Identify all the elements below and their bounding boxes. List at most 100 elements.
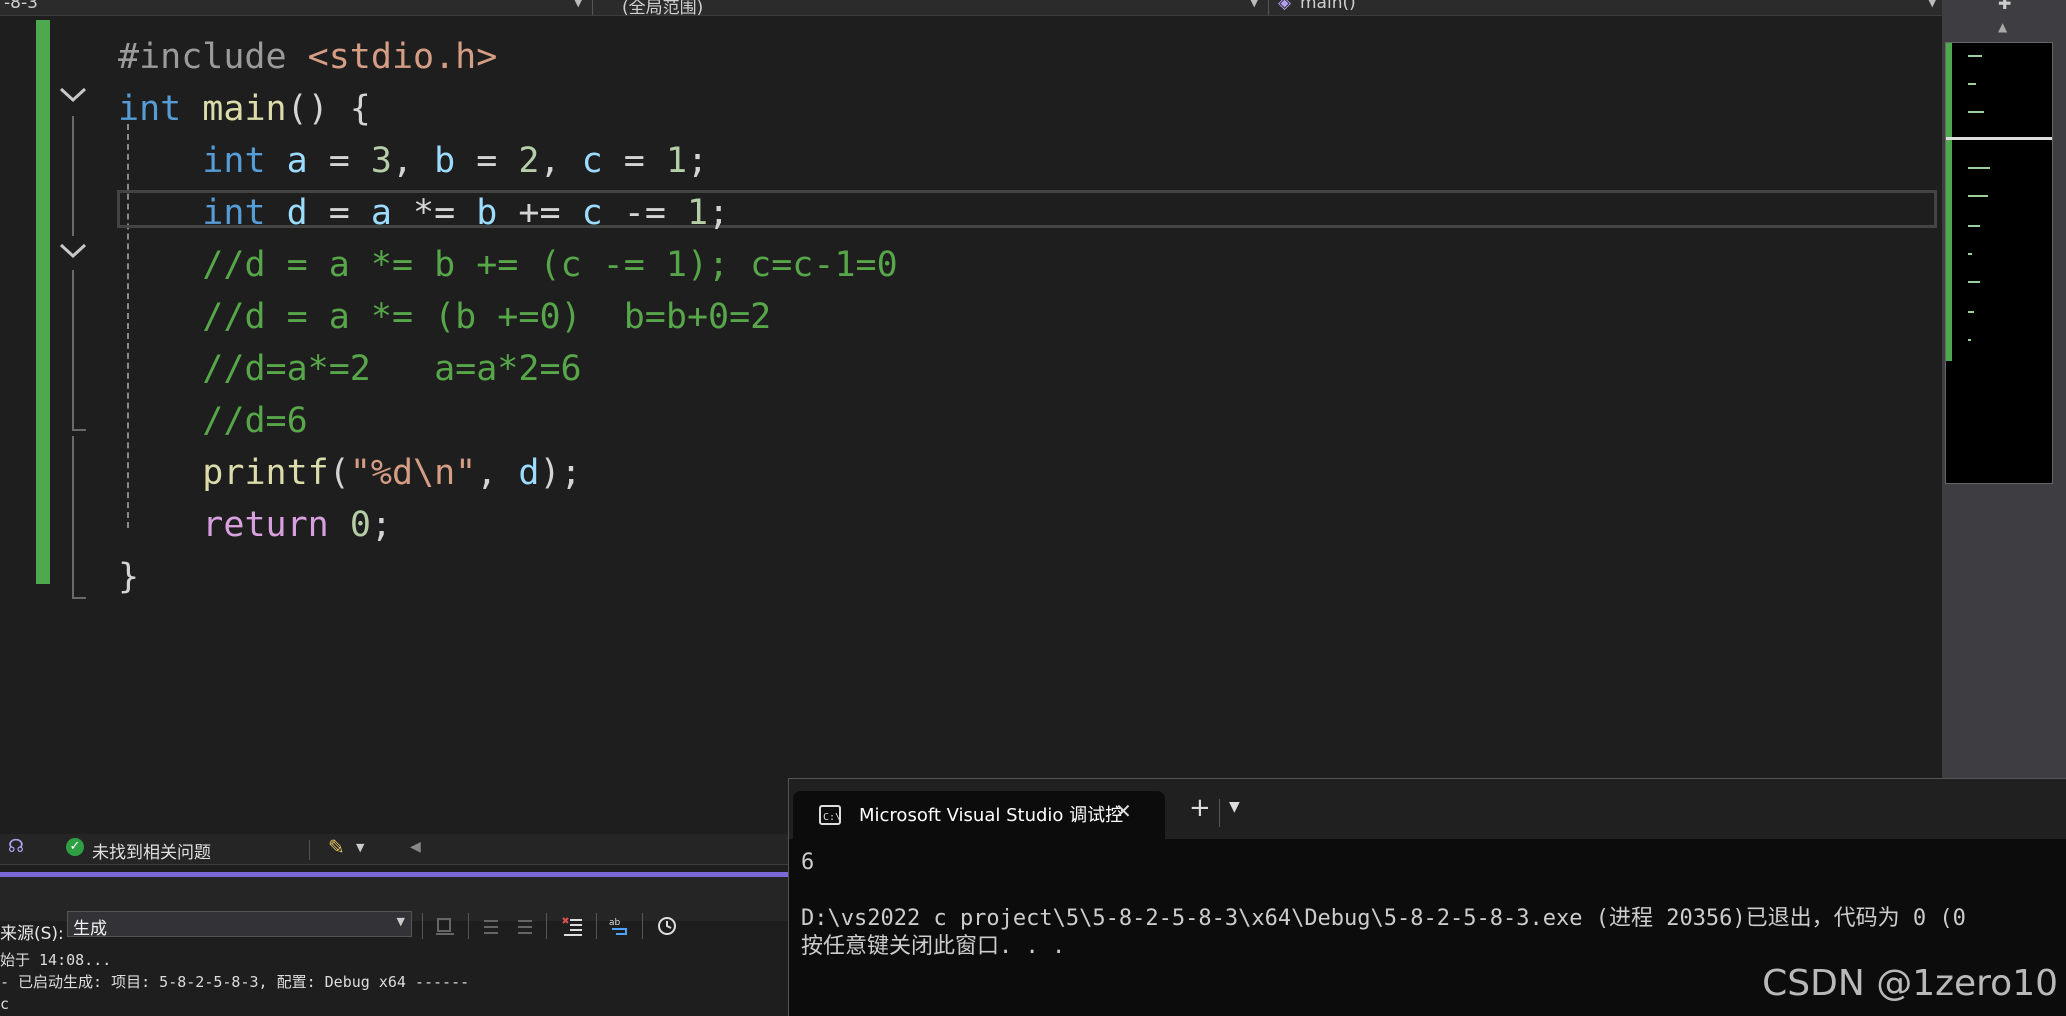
clear-all-icon[interactable] [562, 915, 584, 937]
code-token: = [455, 141, 519, 181]
minimap-line [1968, 195, 1988, 197]
minimap-line [1968, 55, 1982, 57]
code-line[interactable]: //d = a *= b += (c -= 1); c=c-1=0 [118, 240, 898, 290]
console-output[interactable]: 6 D:\vs2022 c project\5\5-8-2-5-8-3\x64\… [801, 849, 1966, 961]
output-source-select[interactable]: 生成 ▼ [67, 911, 412, 939]
minimap-line [1968, 253, 1972, 255]
code-minimap[interactable] [1945, 42, 2053, 484]
code-editor[interactable]: #include <stdio.h> int main() { int a = 3… [0, 16, 1942, 834]
clock-icon[interactable] [656, 915, 678, 937]
code-token: ; [370, 505, 392, 545]
code-token: int [202, 141, 266, 181]
code-token: () { [286, 89, 371, 129]
member-dropdown[interactable]: main() [1300, 0, 1356, 13]
chevron-down-icon[interactable]: ▼ [1250, 0, 1258, 9]
console-line: 按任意键关闭此窗口. . . [801, 934, 1066, 959]
code-token: //d = a *= b += (c -= 1); c=c-1=0 [202, 245, 898, 285]
code-token: += [497, 193, 582, 233]
chevron-down-icon[interactable]: ▼ [1928, 0, 1936, 9]
divider [592, 0, 593, 15]
code-line[interactable]: } [118, 552, 139, 602]
code-line[interactable]: #include <stdio.h> [118, 32, 497, 82]
terminal-icon: C:\ [819, 805, 841, 825]
code-line[interactable]: //d = a *= (b +=0) b=b+0=2 [118, 292, 771, 342]
fold-guide-end [72, 429, 86, 431]
code-line[interactable]: //d=a*=2 a=a*2=6 [118, 344, 581, 394]
fold-collapse-icon[interactable] [58, 236, 88, 266]
console-line: D:\vs2022 c project\5\5-8-2-5-8-3\x64\De… [801, 906, 1966, 931]
code-token: 0 [349, 505, 371, 545]
fold-guide [72, 116, 74, 236]
code-token: ( [328, 453, 350, 493]
scope-dropdown[interactable]: (全局范围) [622, 0, 703, 15]
code-token: *= [391, 193, 477, 233]
fold-guide [72, 436, 74, 598]
divider [1268, 0, 1269, 15]
output-source-label: 来源(S): [0, 924, 64, 944]
previous-message-icon[interactable] [480, 915, 502, 937]
code-token: main [202, 89, 287, 129]
code-token: 3 [370, 141, 392, 181]
scroll-left-icon[interactable]: ◀ [410, 839, 421, 855]
code-token: ; [687, 141, 709, 181]
watermark: CSDN @1zero10 [1762, 963, 2058, 1004]
word-wrap-icon[interactable]: ab [608, 915, 630, 937]
code-line[interactable]: return 0; [118, 500, 392, 550]
check-circle-icon: ✓ [66, 838, 84, 856]
code-token: , [391, 141, 435, 181]
console-tab[interactable]: C:\ Microsoft Visual Studio 调试控 ✕ [793, 791, 1165, 839]
find-message-icon[interactable] [434, 915, 456, 937]
output-source-value: 生成 [73, 919, 107, 939]
svg-text:C:\: C:\ [823, 812, 841, 823]
code-line[interactable]: printf("%d\n", d); [118, 448, 581, 498]
code-line[interactable]: int d = a *= b += c -= 1; [118, 188, 729, 238]
cube-icon: ◈ [1278, 0, 1292, 13]
chevron-down-icon[interactable]: ▼ [1229, 799, 1240, 815]
svg-text:ab: ab [609, 918, 621, 928]
code-token: //d=6 [202, 401, 308, 441]
scroll-up-icon[interactable]: ▲ [1998, 20, 2007, 34]
minimap-caret-line [1946, 137, 2052, 140]
issues-status-text[interactable]: 未找到相关问题 [92, 838, 211, 863]
debug-console-window[interactable]: C:\ Microsoft Visual Studio 调试控 ✕ + ▼ 6 … [788, 778, 2066, 1016]
code-token: int [202, 193, 266, 233]
code-token: #include [118, 37, 308, 77]
code-line[interactable]: //d=6 [118, 396, 308, 446]
output-text: 始于 14:08... - 已启动生成: 项目: 5-8-2-5-8-3, 配置… [0, 949, 469, 1015]
chevron-down-icon[interactable]: ▼ [574, 0, 582, 9]
split-icon[interactable]: ✚ [1998, 0, 2011, 13]
code-line[interactable]: int main() { [118, 84, 371, 134]
close-icon[interactable]: ✕ [1115, 799, 1132, 823]
minimap-line [1968, 111, 1984, 113]
chevron-down-icon[interactable]: ▼ [356, 841, 364, 854]
change-tracking-bar [36, 20, 50, 584]
code-token: int [118, 89, 182, 129]
next-message-icon[interactable] [514, 915, 536, 937]
code-token: = [602, 141, 666, 181]
broom-icon[interactable]: ✎ [328, 835, 345, 859]
new-tab-icon[interactable]: + [1189, 793, 1211, 823]
navigation-bar: -8-3 ▼ (全局范围) ▼ ◈ main() ▼ [0, 0, 1942, 16]
code-token: ; [708, 193, 730, 233]
code-token: 2 [518, 141, 540, 181]
copilot-icon[interactable]: ☊ [8, 836, 24, 857]
fold-collapse-icon[interactable] [58, 80, 88, 110]
file-dropdown[interactable]: -8-3 [4, 0, 38, 13]
divider [642, 913, 643, 939]
code-token: "%d\n" [349, 453, 477, 493]
code-line[interactable]: int a = 3, b = 2, c = 1; [118, 136, 708, 186]
output-line: - 已启动生成: 项目: 5-8-2-5-8-3, 配置: Debug x64 … [0, 973, 470, 991]
console-tab-title: Microsoft Visual Studio 调试控 [859, 805, 1124, 826]
fold-guide [72, 270, 74, 430]
minimap-line [1968, 225, 1980, 227]
